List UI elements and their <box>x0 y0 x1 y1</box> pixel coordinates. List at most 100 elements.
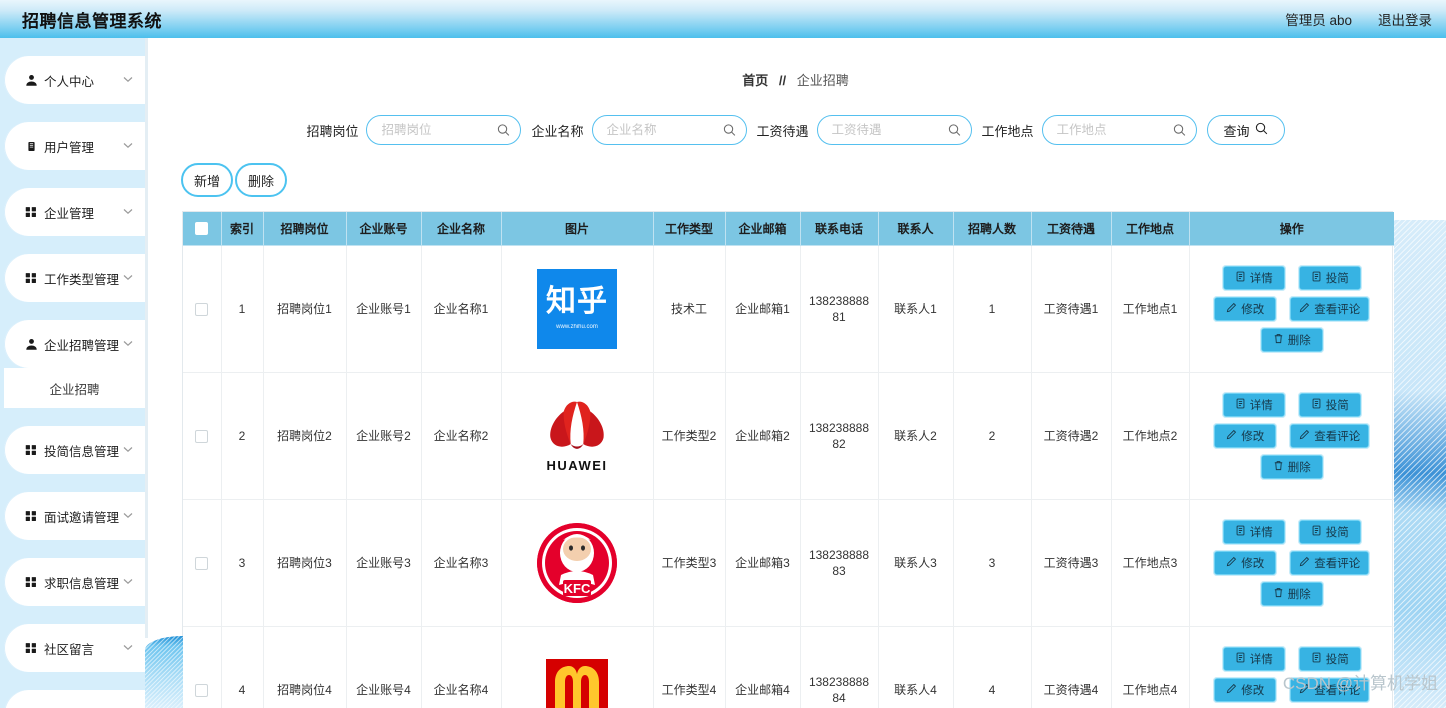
row-select-cell[interactable] <box>183 245 221 372</box>
cell-contact: 联系人1 <box>878 245 953 372</box>
search-field[interactable] <box>817 115 972 145</box>
cell-phone: 13823888883 <box>800 499 878 626</box>
action-row-3: 删除 <box>1200 328 1385 352</box>
edit-button[interactable]: 修改 <box>1214 424 1276 448</box>
detail-button[interactable]: 详情 <box>1223 393 1285 417</box>
column-header-7[interactable]: 企业邮箱 <box>725 212 800 245</box>
pencil-icon <box>1299 683 1310 697</box>
column-header-12[interactable]: 工作地点 <box>1111 212 1189 245</box>
sidebar-item-用户管理[interactable]: 用户管理 <box>4 122 145 170</box>
row-checkbox[interactable] <box>195 430 208 443</box>
column-header-13[interactable]: 操作 <box>1189 212 1394 245</box>
table-body: 1 招聘岗位1 企业账号1 企业名称1 知乎 www.zhihu.com 技术工… <box>183 245 1394 708</box>
column-header-4[interactable]: 企业名称 <box>421 212 501 245</box>
edit-button[interactable]: 修改 <box>1214 551 1276 575</box>
sidebar-item-社区留言[interactable]: 社区留言 <box>4 624 145 672</box>
row-select-cell[interactable] <box>183 626 221 708</box>
query-button[interactable]: 查询 <box>1207 115 1285 145</box>
sidebar-item-工作类型管理[interactable]: 工作类型管理 <box>4 254 145 302</box>
detail-button[interactable]: 详情 <box>1223 520 1285 544</box>
chevron-down-icon[interactable] <box>123 339 133 350</box>
document-icon <box>1311 525 1322 539</box>
query-button-label: 查询 <box>1224 121 1250 140</box>
column-header-2[interactable]: 招聘岗位 <box>263 212 346 245</box>
edit-button[interactable]: 修改 <box>1214 678 1276 702</box>
table-row[interactable]: 1 招聘岗位1 企业账号1 企业名称1 知乎 www.zhihu.com 技术工… <box>183 245 1394 372</box>
action-button-group: 详情 投简 修改 查看评论 <box>1192 389 1393 483</box>
search-field[interactable] <box>592 115 747 145</box>
select-all-checkbox[interactable] <box>195 222 208 235</box>
sidebar-item-求职信息管理[interactable]: 求职信息管理 <box>4 558 145 606</box>
column-header-11[interactable]: 工资待遇 <box>1031 212 1111 245</box>
view-comments-button[interactable]: 查看评论 <box>1290 297 1369 321</box>
delete-row-button[interactable]: 删除 <box>1261 455 1323 479</box>
delete-row-button[interactable]: 删除 <box>1261 328 1323 352</box>
sidebar-subitem-企业招聘[interactable]: 企业招聘 <box>4 368 145 408</box>
cell-image[interactable]: KFC <box>501 499 653 626</box>
detail-button[interactable]: 详情 <box>1223 266 1285 290</box>
submit-resume-button[interactable]: 投简 <box>1299 266 1361 290</box>
select-all-header[interactable] <box>183 212 221 245</box>
logout-button[interactable]: 退出登录 <box>1378 9 1432 29</box>
cell-account: 企业账号1 <box>346 245 421 372</box>
detail-button-label: 详情 <box>1250 524 1273 540</box>
submit-resume-button[interactable]: 投简 <box>1299 520 1361 544</box>
chevron-down-icon[interactable] <box>123 511 133 522</box>
table-row[interactable]: 4 招聘岗位4 企业账号4 企业名称4 工作类型4 企业邮箱4 13823888… <box>183 626 1394 708</box>
user-icon <box>25 74 38 87</box>
table-row[interactable]: 3 招聘岗位3 企业账号3 企业名称3 KFC <box>183 499 1394 626</box>
column-header-6[interactable]: 工作类型 <box>653 212 725 245</box>
chevron-down-icon[interactable] <box>123 643 133 654</box>
chevron-down-icon[interactable] <box>123 207 133 218</box>
column-header-8[interactable]: 联系电话 <box>800 212 878 245</box>
detail-button[interactable]: 详情 <box>1223 647 1285 671</box>
sidebar-item-个人中心[interactable]: 个人中心 <box>4 56 145 104</box>
search-icon[interactable] <box>723 124 736 137</box>
delete-button[interactable]: 删除 <box>235 163 287 197</box>
search-icon <box>948 124 961 137</box>
delete-row-button[interactable]: 删除 <box>1261 582 1323 606</box>
column-header-5[interactable]: 图片 <box>501 212 653 245</box>
grid-icon <box>18 444 44 456</box>
view-comments-button[interactable]: 查看评论 <box>1290 678 1369 702</box>
row-checkbox[interactable] <box>195 303 208 316</box>
view-comments-button[interactable]: 查看评论 <box>1290 551 1369 575</box>
edit-button[interactable]: 修改 <box>1214 297 1276 321</box>
chevron-down-icon[interactable] <box>123 141 133 152</box>
breadcrumb-home[interactable]: 首页 <box>742 73 768 88</box>
add-button[interactable]: 新增 <box>181 163 233 197</box>
chevron-down-icon[interactable] <box>123 273 133 284</box>
cell-image[interactable]: 知乎 www.zhihu.com <box>501 245 653 372</box>
search-group-0: 招聘岗位 <box>306 115 521 145</box>
sidebar-item-企业招聘管理[interactable]: 企业招聘管理 <box>4 320 145 368</box>
sidebar-item-系统管理[interactable]: 系统管理 <box>4 690 145 708</box>
row-select-cell[interactable] <box>183 372 221 499</box>
search-field[interactable] <box>366 115 521 145</box>
row-checkbox[interactable] <box>195 684 208 697</box>
column-header-9[interactable]: 联系人 <box>878 212 953 245</box>
sidebar-item-企业管理[interactable]: 企业管理 <box>4 188 145 236</box>
submit-resume-button[interactable]: 投简 <box>1299 647 1361 671</box>
submit-resume-button[interactable]: 投简 <box>1299 393 1361 417</box>
pencil-icon <box>1226 429 1237 440</box>
search-icon[interactable] <box>948 124 961 137</box>
delete-row-button-label: 删除 <box>1288 332 1311 348</box>
search-icon[interactable] <box>497 124 510 137</box>
sidebar-item-label: 社区留言 <box>44 639 123 658</box>
column-header-1[interactable]: 索引 <box>221 212 263 245</box>
table-row[interactable]: 2 招聘岗位2 企业账号2 企业名称2 HUAWEI 工作类型2 企业邮 <box>183 372 1394 499</box>
chevron-down-icon[interactable] <box>123 75 133 86</box>
cell-image[interactable] <box>501 626 653 708</box>
row-select-cell[interactable] <box>183 499 221 626</box>
chevron-down-icon[interactable] <box>123 577 133 588</box>
row-checkbox[interactable] <box>195 557 208 570</box>
view-comments-button[interactable]: 查看评论 <box>1290 424 1369 448</box>
sidebar-item-投简信息管理[interactable]: 投简信息管理 <box>4 426 145 474</box>
column-header-10[interactable]: 招聘人数 <box>953 212 1031 245</box>
sidebar-item-面试邀请管理[interactable]: 面试邀请管理 <box>4 492 145 540</box>
search-icon[interactable] <box>1173 124 1186 137</box>
chevron-down-icon[interactable] <box>123 445 133 456</box>
search-field[interactable] <box>1042 115 1197 145</box>
cell-image[interactable]: HUAWEI <box>501 372 653 499</box>
column-header-3[interactable]: 企业账号 <box>346 212 421 245</box>
